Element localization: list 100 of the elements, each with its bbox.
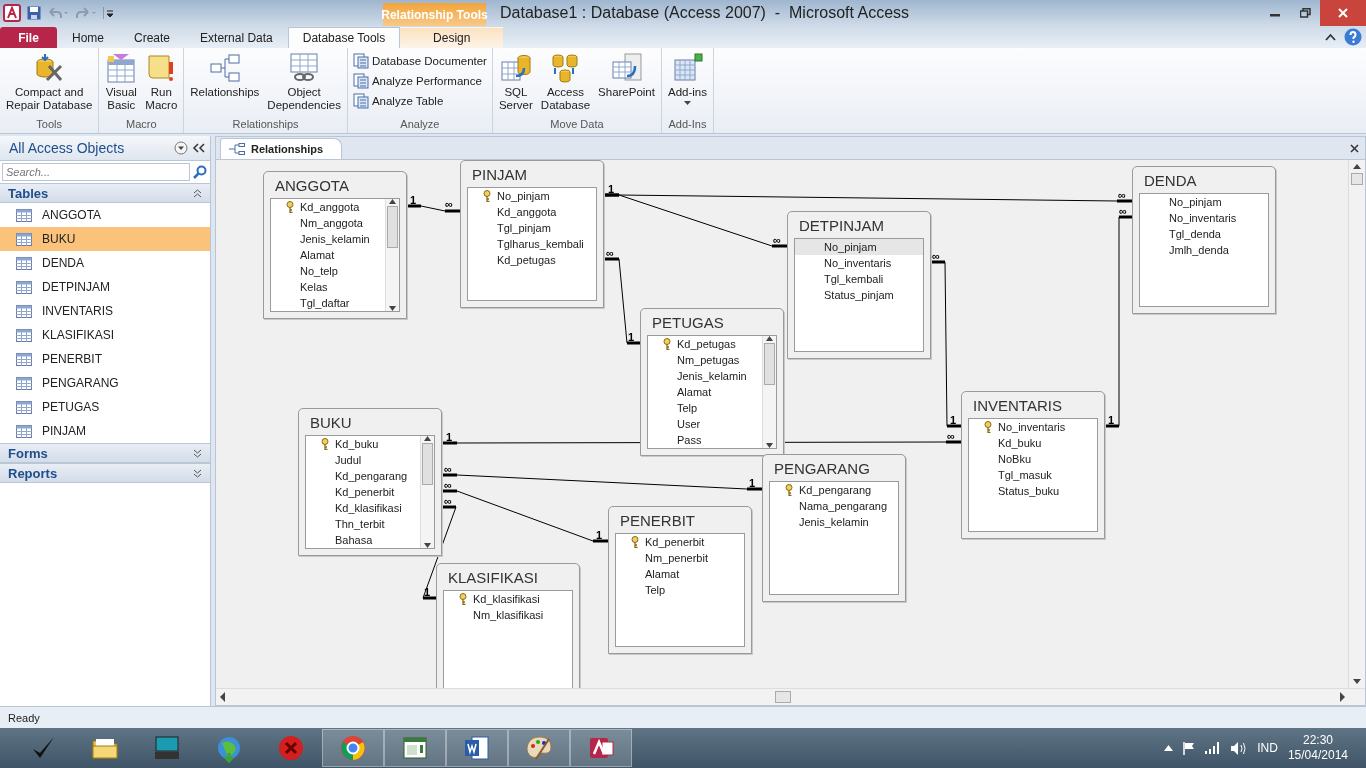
field-name[interactable]: Kd_petugas bbox=[648, 336, 762, 352]
scroll-thumb[interactable] bbox=[422, 443, 433, 485]
field-name[interactable]: Nama_pengarang bbox=[770, 498, 898, 514]
field-name[interactable]: User bbox=[648, 416, 762, 432]
field-name[interactable]: NoBku bbox=[969, 451, 1097, 467]
field-name[interactable]: Jenis_kelamin bbox=[648, 368, 762, 384]
help-icon[interactable] bbox=[1344, 28, 1362, 46]
field-name[interactable]: Kd_anggota bbox=[271, 199, 385, 215]
scrollbar[interactable] bbox=[385, 199, 399, 311]
field-name[interactable]: Kd_buku bbox=[969, 435, 1097, 451]
show-hidden-icons-icon[interactable] bbox=[1164, 745, 1174, 751]
field-name[interactable]: Tgl_denda bbox=[1140, 226, 1268, 242]
field-name[interactable]: Kd_klasifikasi bbox=[306, 500, 420, 516]
field-name[interactable]: Kd_pengarang bbox=[306, 468, 420, 484]
scroll-down-icon[interactable] bbox=[766, 443, 773, 448]
scroll-up-icon[interactable] bbox=[766, 336, 773, 341]
ribbon-tab[interactable]: Database Tools bbox=[287, 27, 401, 48]
close-icon[interactable] bbox=[1350, 143, 1359, 153]
scroll-up-icon[interactable] bbox=[424, 436, 431, 441]
field-name[interactable]: Tgl_kembali bbox=[795, 271, 923, 287]
scroll-down-icon[interactable] bbox=[389, 306, 396, 311]
field-name[interactable]: Judul bbox=[306, 452, 420, 468]
ribbon-tab[interactable]: Design bbox=[400, 27, 504, 48]
field-name[interactable]: Kd_pengarang bbox=[770, 482, 898, 498]
field-name[interactable]: Nm_klasifikasi bbox=[444, 607, 572, 623]
document-tab[interactable]: Relationships bbox=[220, 138, 343, 159]
field-name[interactable]: Alamat bbox=[648, 384, 762, 400]
field-name[interactable]: Tglharus_kembali bbox=[468, 236, 596, 252]
table-window[interactable]: PENERBIT Kd_penerbit Nm_penerbit Alamat Telp bbox=[608, 506, 752, 654]
scroll-down-icon[interactable] bbox=[1353, 679, 1361, 684]
field-name[interactable]: Nm_petugas bbox=[648, 352, 762, 368]
scroll-down-icon[interactable] bbox=[424, 543, 431, 548]
field-name[interactable]: Status_buku bbox=[969, 483, 1097, 499]
field-name[interactable]: Telp bbox=[616, 582, 744, 598]
ribbon-tab[interactable]: Home bbox=[57, 27, 119, 48]
flag-icon[interactable] bbox=[1183, 741, 1196, 755]
field-name[interactable]: Tgl_masuk bbox=[969, 467, 1097, 483]
save-icon[interactable] bbox=[27, 6, 41, 20]
field-name[interactable]: No_inventaris bbox=[969, 419, 1097, 435]
scrollbar[interactable] bbox=[420, 436, 434, 548]
relationship-line[interactable] bbox=[441, 473, 763, 491]
field-name[interactable]: Pass bbox=[648, 432, 762, 448]
dropdown-circle-icon[interactable] bbox=[174, 141, 188, 155]
signal-icon[interactable] bbox=[1205, 742, 1222, 754]
field-name[interactable]: Status_pinjam bbox=[795, 287, 923, 303]
speaker-icon[interactable] bbox=[1231, 741, 1248, 755]
field-name[interactable]: No_pinjam bbox=[1140, 194, 1268, 210]
ribbon-button[interactable]: Analyze Performance bbox=[350, 73, 489, 89]
field-name[interactable]: No_inventaris bbox=[795, 255, 923, 271]
field-name[interactable]: No_pinjam bbox=[795, 239, 923, 255]
search-field[interactable]: Search... bbox=[2, 163, 190, 181]
word-document-icon[interactable] bbox=[462, 733, 492, 763]
scroll-thumb[interactable] bbox=[387, 206, 398, 248]
field-name[interactable]: Telp bbox=[648, 400, 762, 416]
ribbon-button[interactable]: Compact and Repair Database bbox=[3, 52, 96, 112]
relationship-line[interactable] bbox=[405, 204, 461, 213]
collapse-pane-icon[interactable] bbox=[192, 143, 206, 153]
field-name[interactable]: Kd_petugas bbox=[468, 252, 596, 268]
clock-date[interactable]: 15/04/2014 bbox=[1287, 748, 1348, 763]
table-window[interactable]: PINJAM No_pinjam Kd_anggota Tgl_pinjam Tglharus_kembali Kd_petugas bbox=[460, 160, 604, 308]
field-name[interactable]: Kd_penerbit bbox=[616, 534, 744, 550]
ribbon-tab[interactable]: File bbox=[0, 27, 57, 48]
relationship-line[interactable] bbox=[603, 257, 641, 345]
ribbon-button[interactable]: SQL Server bbox=[495, 52, 536, 112]
nav-section-header[interactable]: Forms bbox=[0, 443, 210, 463]
table-window[interactable]: PENGARANG Kd_pengarang Nama_pengarang Jenis_kelamin bbox=[762, 454, 906, 602]
scrollbar[interactable] bbox=[762, 336, 776, 448]
scroll-up-icon[interactable] bbox=[389, 199, 396, 204]
nav-table-item[interactable]: BUKU bbox=[0, 227, 210, 251]
nav-table-item[interactable]: ANGGOTA bbox=[0, 203, 210, 227]
nav-table-item[interactable]: PENGARANG bbox=[0, 371, 210, 395]
field-name[interactable]: Bahasa bbox=[306, 532, 420, 548]
ribbon-button[interactable]: Visual Basic bbox=[102, 52, 141, 112]
nav-table-item[interactable]: PINJAM bbox=[0, 419, 210, 443]
cross-circle-icon[interactable] bbox=[276, 733, 306, 763]
field-name[interactable]: Kd_klasifikasi bbox=[444, 591, 572, 607]
table-window[interactable]: DENDA No_pinjam No_inventaris Tgl_denda Jmlh_denda bbox=[1132, 166, 1276, 314]
field-name[interactable]: Kd_anggota bbox=[468, 204, 596, 220]
field-name[interactable]: Tgl_pinjam bbox=[468, 220, 596, 236]
ribbon-button[interactable]: Access Database bbox=[537, 52, 594, 112]
ribbon-button[interactable]: Object Dependencies bbox=[264, 52, 344, 112]
field-name[interactable]: Alamat bbox=[271, 247, 385, 263]
close-button[interactable] bbox=[1320, 0, 1366, 26]
field-name[interactable]: No_pinjam bbox=[468, 188, 596, 204]
relationship-line[interactable] bbox=[930, 260, 962, 428]
ribbon-button[interactable]: Relationships bbox=[187, 52, 263, 99]
field-name[interactable]: Thn_terbit bbox=[306, 516, 420, 532]
relationship-line[interactable] bbox=[603, 193, 788, 248]
field-name[interactable]: Nm_penerbit bbox=[616, 550, 744, 566]
relationship-line[interactable] bbox=[441, 489, 609, 543]
language-indicator[interactable]: IND bbox=[1257, 741, 1278, 755]
collapse-ribbon-icon[interactable] bbox=[1325, 33, 1336, 41]
ribbon-tab[interactable]: Create bbox=[119, 27, 186, 48]
field-name[interactable]: Nm_anggota bbox=[271, 215, 385, 231]
scroll-right-icon[interactable] bbox=[1340, 692, 1345, 702]
field-name[interactable]: No_telp bbox=[271, 263, 385, 279]
field-name[interactable]: Jmlh_denda bbox=[1140, 242, 1268, 258]
nav-section-header[interactable]: Tables bbox=[0, 183, 210, 203]
vertical-scrollbar[interactable] bbox=[1348, 160, 1365, 688]
ribbon-tab[interactable]: External Data bbox=[185, 27, 288, 48]
